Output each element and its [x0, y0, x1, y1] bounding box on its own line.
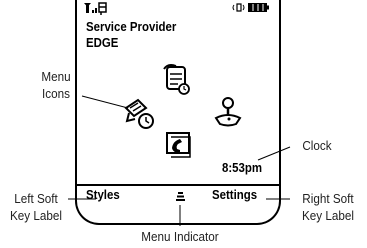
clock-leader	[257, 146, 291, 161]
right-soft-key-label[interactable]: Settings	[212, 187, 257, 202]
phone-icon[interactable]	[166, 132, 191, 158]
calendar-icon[interactable]	[163, 64, 190, 95]
callout-right-soft-key: Right Soft Key Label	[301, 191, 355, 223]
callout-left-soft-key: Left Soft Key Label	[9, 191, 63, 223]
games-icon[interactable]	[214, 97, 242, 127]
menu-icons-leader	[81, 95, 129, 109]
left-soft-key-label[interactable]: Styles	[86, 187, 120, 202]
callout-menu-indicator: Menu Indicator	[141, 229, 219, 244]
callout-menu-icons: Menu Icons	[41, 69, 71, 101]
clock-display: 8:53pm	[222, 160, 263, 175]
settings-icon[interactable]	[124, 98, 154, 129]
callout-clock: Clock	[302, 138, 332, 153]
